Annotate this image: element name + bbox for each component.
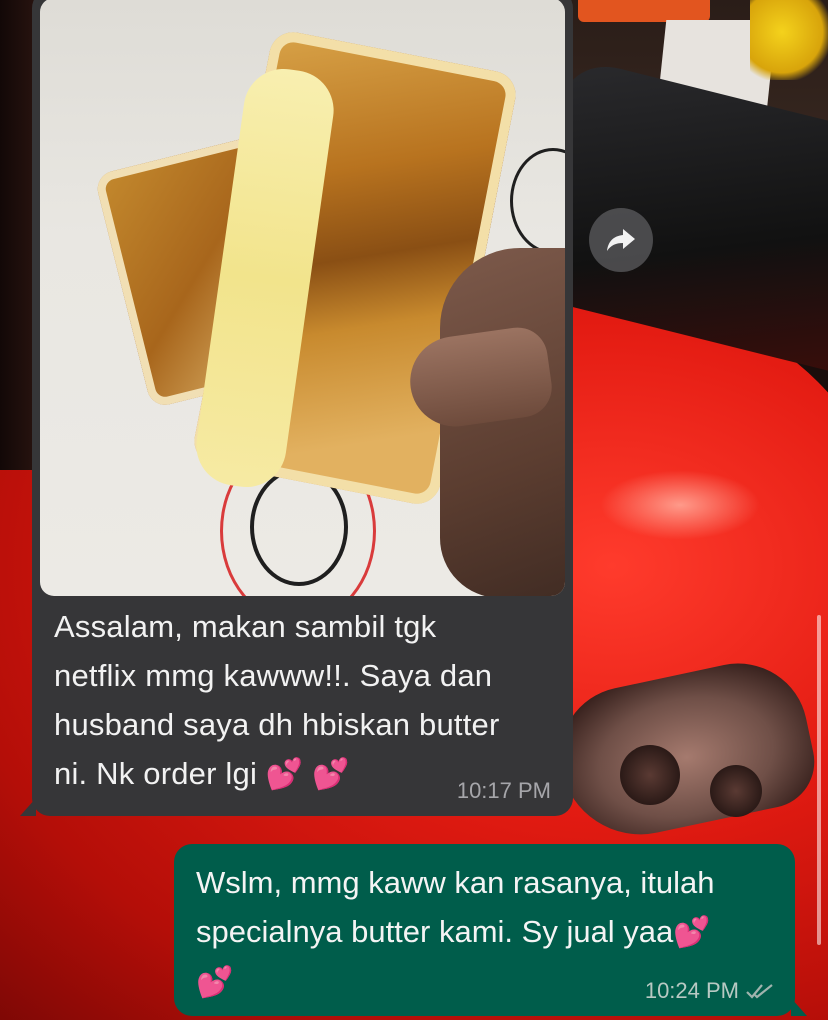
- incoming-message-text: Assalam, makan sambil tgk netflix mmg ka…: [54, 602, 554, 799]
- wallpaper-headlight-lens: [620, 745, 680, 805]
- outgoing-message-meta: 10:24 PM: [645, 978, 775, 1004]
- bubble-tail: [20, 798, 36, 816]
- wallpaper-yellow-object: [750, 0, 828, 80]
- message-photo[interactable]: [40, 0, 565, 596]
- hearts-emoji: 💕: [673, 916, 711, 949]
- wallpaper-headlight-lens: [710, 765, 762, 817]
- outgoing-message-body: Wslm, mmg kaww kan rasanya, itulah speci…: [196, 865, 715, 949]
- chat-scrollbar[interactable]: [817, 615, 821, 945]
- hearts-emoji: 💕: [196, 966, 234, 999]
- outgoing-message-time: 10:24 PM: [644, 978, 739, 1003]
- hearts-emoji: 💕 💕: [265, 758, 350, 791]
- incoming-message-time: 10:17 PM: [456, 778, 551, 803]
- incoming-message-bubble[interactable]: Assalam, makan sambil tgk netflix mmg ka…: [20, 0, 573, 816]
- bubble-tail: [791, 998, 807, 1016]
- double-check-icon: [746, 984, 773, 999]
- wallpaper-highlight: [600, 470, 760, 540]
- forward-arrow-icon: [607, 229, 635, 251]
- outgoing-message-bubble[interactable]: Wslm, mmg kaww kan rasanya, itulah speci…: [174, 844, 807, 1016]
- plate-pattern: [510, 148, 565, 254]
- forward-button[interactable]: [589, 208, 653, 272]
- wallpaper-orange-bar: [578, 0, 710, 22]
